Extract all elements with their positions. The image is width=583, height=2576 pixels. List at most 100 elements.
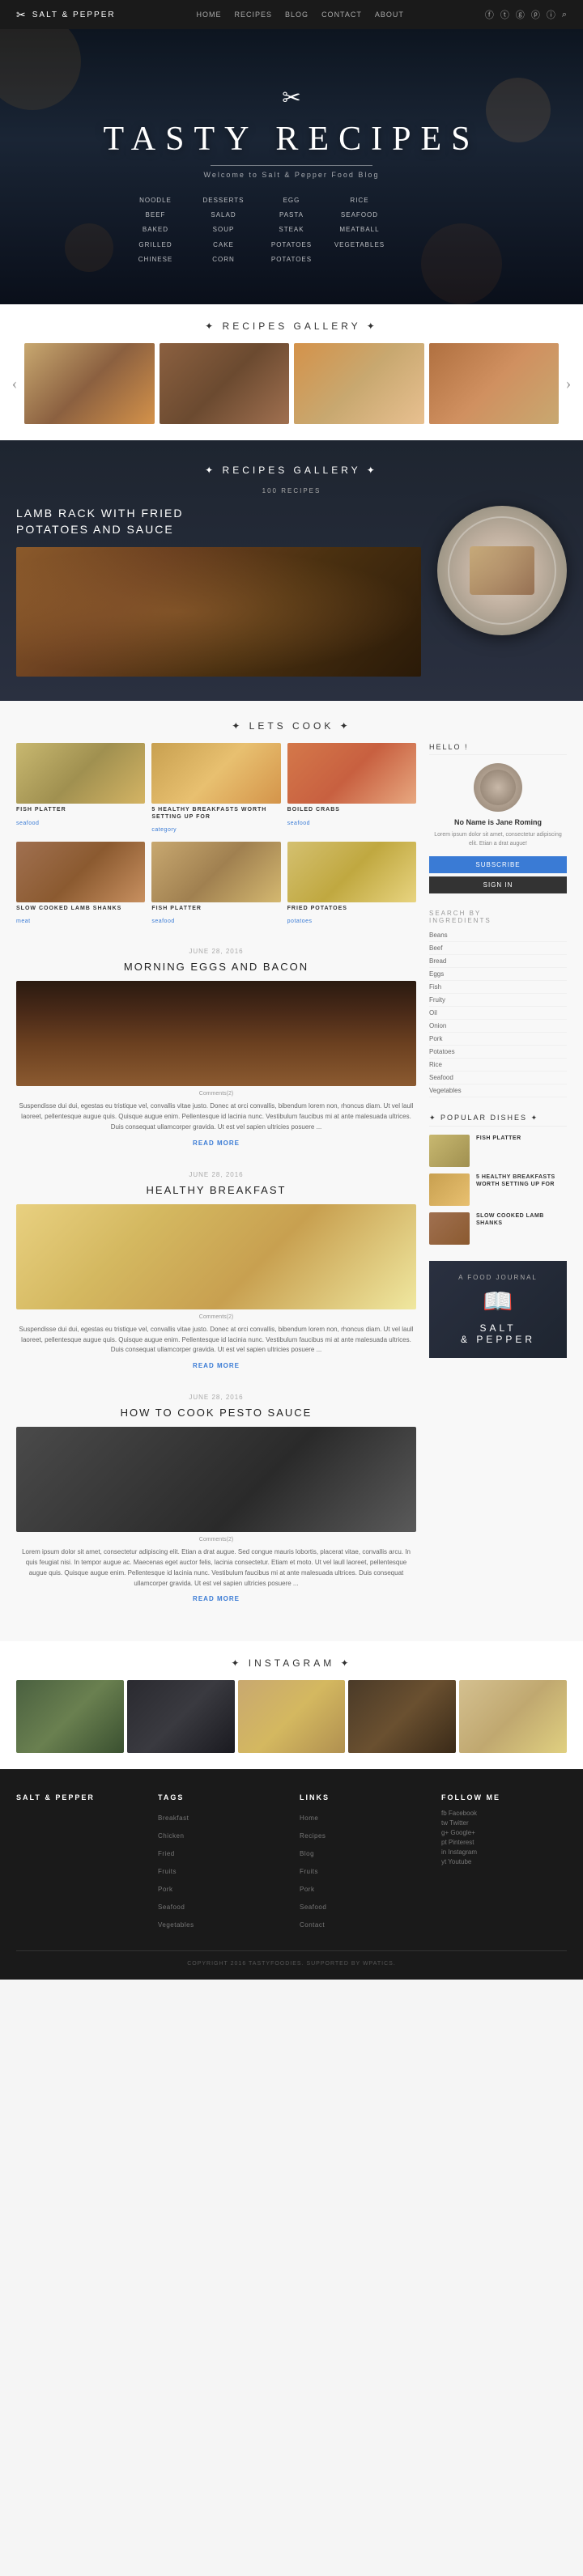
menu-beef[interactable]: Beef (130, 210, 181, 221)
ingredient-potatoes[interactable]: Potatoes (429, 1046, 567, 1059)
footer-tag-pork[interactable]: Pork (158, 1886, 172, 1893)
ingredient-rice[interactable]: Rice (429, 1059, 567, 1072)
menu-meatball[interactable]: Meatball (334, 224, 385, 236)
ingredient-pork[interactable]: Pork (429, 1033, 567, 1046)
footer-tag-vegetables[interactable]: Vegetables (158, 1921, 194, 1929)
cook-category-4[interactable]: meat (16, 919, 31, 924)
gallery-image-1[interactable] (24, 343, 155, 424)
gallery-image-4[interactable] (429, 343, 560, 424)
instagram-image-4[interactable] (348, 1680, 456, 1753)
ingredient-beans[interactable]: Beans (429, 929, 567, 942)
popular-image-2[interactable] (429, 1173, 470, 1206)
gallery-image-2[interactable] (160, 343, 290, 424)
footer-google[interactable]: g+ Google+ (441, 1829, 567, 1836)
footer-link-blog[interactable]: Blog (300, 1850, 314, 1857)
menu-baked[interactable]: Baked (130, 224, 181, 236)
pinterest-icon[interactable]: ⓟ (531, 8, 540, 21)
cook-category-2[interactable]: category (151, 827, 177, 833)
gallery-section-1: ✦ RECIPES GALLERY ✦ ‹ › (0, 304, 583, 440)
menu-seafood[interactable]: Seafood (334, 210, 385, 221)
gallery-prev-arrow[interactable]: ‹ (5, 374, 24, 393)
ingredient-fish[interactable]: Fish (429, 981, 567, 994)
signin-button[interactable]: SIGN IN (429, 876, 567, 893)
twitter-icon[interactable]: ⓣ (500, 8, 509, 21)
nav-about[interactable]: ABOUT (375, 11, 404, 19)
menu-soup[interactable]: Soup (198, 224, 249, 236)
menu-potatoes2[interactable]: Potatoes (266, 254, 317, 265)
gallery-next-arrow[interactable]: › (559, 374, 578, 393)
footer-tag-fruits[interactable]: Fruits (158, 1868, 177, 1875)
footer-link-home[interactable]: Home (300, 1814, 318, 1822)
instagram-icon[interactable]: ⓘ (547, 8, 555, 21)
footer-instagram[interactable]: in Instagram (441, 1848, 567, 1856)
footer-tag-seafood[interactable]: Seafood (158, 1903, 185, 1911)
footer-youtube[interactable]: yt Youtube (441, 1858, 567, 1865)
cook-image-3[interactable] (287, 743, 416, 804)
footer-link-contact[interactable]: Contact (300, 1921, 325, 1929)
instagram-image-5[interactable] (459, 1680, 567, 1753)
menu-grilled[interactable]: Grilled (130, 240, 181, 251)
cook-image-2[interactable] (151, 743, 280, 804)
post-title-3: HOW TO COOK PESTO SAUCE (16, 1407, 416, 1419)
gallery-image-3[interactable] (294, 343, 424, 424)
nav-home[interactable]: HOME (197, 11, 222, 19)
ingredient-eggs[interactable]: Eggs (429, 968, 567, 981)
menu-salad[interactable]: Salad (198, 210, 249, 221)
instagram-image-1[interactable] (16, 1680, 124, 1753)
subscribe-button[interactable]: SUBSCRIBE (429, 856, 567, 873)
cook-image-6[interactable] (287, 842, 416, 902)
footer-link-seafood[interactable]: Seafood (300, 1903, 326, 1911)
read-more-3[interactable]: READ MORE (16, 1595, 416, 1602)
popular-image-1[interactable] (429, 1135, 470, 1167)
footer-link-pork[interactable]: Pork (300, 1886, 314, 1893)
footer-tag-fried[interactable]: Fried (158, 1850, 175, 1857)
menu-potatoes[interactable]: Potatoes (266, 240, 317, 251)
nav-blog[interactable]: BLOG (285, 11, 309, 19)
footer-tag-chicken[interactable]: Chicken (158, 1832, 184, 1840)
footer-pinterest[interactable]: pt Pinterest (441, 1839, 567, 1846)
menu-egg[interactable]: Egg (266, 195, 317, 206)
post-image-2[interactable] (16, 1204, 416, 1309)
featured-recipe-image[interactable] (16, 547, 421, 677)
instagram-image-3[interactable] (238, 1680, 346, 1753)
post-image-1[interactable] (16, 981, 416, 1086)
ingredient-seafood[interactable]: Seafood (429, 1072, 567, 1084)
facebook-icon[interactable]: ⓕ (485, 8, 494, 21)
search-icon[interactable]: ⌕ (562, 10, 567, 20)
ingredient-oil[interactable]: Oil (429, 1007, 567, 1020)
read-more-2[interactable]: READ MORE (16, 1362, 416, 1369)
cook-image-4[interactable] (16, 842, 145, 902)
menu-chinese[interactable]: Chinese (130, 254, 181, 265)
read-more-1[interactable]: READ MORE (16, 1139, 416, 1147)
ingredient-vegetables[interactable]: Vegetables (429, 1084, 567, 1097)
menu-rice[interactable]: Rice (334, 195, 385, 206)
popular-image-3[interactable] (429, 1212, 470, 1245)
instagram-image-2[interactable] (127, 1680, 235, 1753)
menu-vegetables[interactable]: Vegetables (334, 240, 385, 251)
post-image-3[interactable] (16, 1427, 416, 1532)
ingredient-fruity[interactable]: Fruity (429, 994, 567, 1007)
menu-desserts[interactable]: Desserts (198, 195, 249, 206)
cook-category-3[interactable]: seafood (287, 821, 310, 826)
cook-image-1[interactable] (16, 743, 145, 804)
ingredient-onion[interactable]: Onion (429, 1020, 567, 1033)
menu-corn[interactable]: Corn (198, 254, 249, 265)
cook-image-5[interactable] (151, 842, 280, 902)
footer-link-fruits[interactable]: Fruits (300, 1868, 318, 1875)
ingredient-bread[interactable]: Bread (429, 955, 567, 968)
menu-cake[interactable]: Cake (198, 240, 249, 251)
menu-pasta[interactable]: Pasta (266, 210, 317, 221)
nav-contact[interactable]: CONTACT (321, 11, 362, 19)
footer-tag-breakfast[interactable]: Breakfast (158, 1814, 189, 1822)
cook-category-1[interactable]: seafood (16, 821, 39, 826)
cook-category-6[interactable]: potatoes (287, 919, 313, 924)
cook-category-5[interactable]: seafood (151, 919, 174, 924)
nav-recipes[interactable]: RECIPES (235, 11, 273, 19)
menu-steak[interactable]: Steak (266, 224, 317, 236)
menu-noodle[interactable]: Noodle (130, 195, 181, 206)
footer-facebook[interactable]: fb Facebook (441, 1810, 567, 1817)
footer-link-recipes[interactable]: Recipes (300, 1832, 326, 1840)
google-icon[interactable]: ⓖ (516, 8, 525, 21)
footer-twitter[interactable]: tw Twitter (441, 1819, 567, 1827)
ingredient-beef[interactable]: Beef (429, 942, 567, 955)
